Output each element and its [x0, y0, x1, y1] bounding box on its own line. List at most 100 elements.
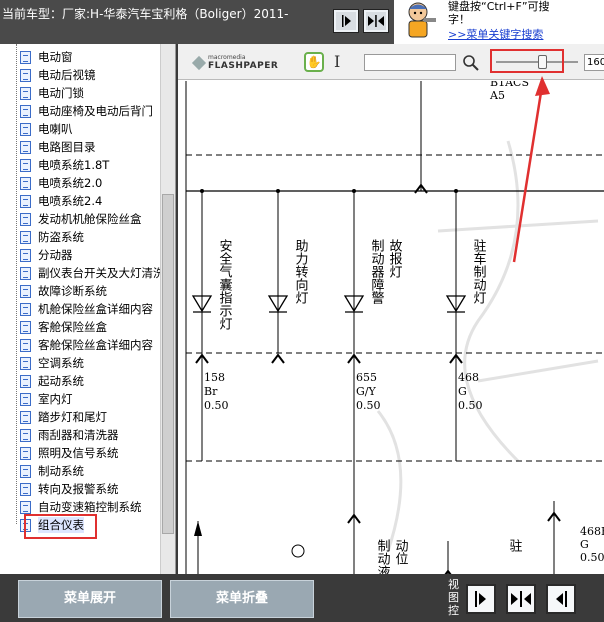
sidebar-tree-item[interactable]: 机舱保险丝盒详细内容	[20, 300, 153, 318]
tree-item-label: 雨刮器和清洗器	[38, 428, 119, 442]
sidebar-tree-item[interactable]: 踏步灯和尾灯	[20, 408, 107, 426]
document-icon	[20, 302, 31, 316]
junction-dot	[200, 189, 204, 193]
lamp-label: 制动器障警	[369, 239, 385, 304]
sidebar-tree-item[interactable]: 转向及报警系统	[20, 480, 119, 498]
tree-item-label: 起动系统	[38, 374, 84, 388]
split-arrows-icon	[368, 15, 384, 27]
keyword-search-link[interactable]: >>菜单关键字搜索	[448, 28, 604, 41]
document-icon	[20, 410, 31, 424]
split-view-button[interactable]	[363, 9, 389, 33]
sidebar-tree-item[interactable]: 副仪表台开关及大灯清洗	[20, 264, 165, 282]
sidebar-tree-item[interactable]: 起动系统	[20, 372, 84, 390]
header-bar: 当前车型：厂家:H-华泰汽车宝利格（Boliger）2011- 键盘按“Ctrl…	[0, 0, 604, 44]
document-icon	[20, 248, 31, 262]
sidebar-tree-item[interactable]: 室内灯	[20, 390, 73, 408]
watermark	[376, 140, 599, 552]
wire-spec: 158	[204, 371, 225, 384]
document-icon	[20, 338, 31, 352]
wiring-diagram: B1ACS A5 安全气囊指示灯158Br0.50助力转向灯 制动器障警655G/…	[185, 81, 604, 574]
tree-item-label: 防盗系统	[38, 230, 84, 244]
menu-expand-button[interactable]: 菜单展开	[18, 580, 162, 618]
junction-dot	[352, 189, 356, 193]
document-icon	[20, 356, 31, 370]
tree-item-label: 客舱保险丝盒	[38, 320, 107, 334]
viewer-toolbar: macromedia FLASHPAPER ✋ I 160	[178, 44, 604, 80]
lamp-connector	[271, 353, 285, 364]
top-label-2: A5	[489, 89, 505, 102]
sidebar-tree-item[interactable]: 电动窗	[20, 48, 73, 66]
tree-item-label: 分动器	[38, 248, 73, 262]
tree-item-label: 电动窗	[38, 50, 73, 64]
document-icon	[20, 464, 31, 478]
search-icon[interactable]	[462, 54, 480, 72]
document-icon	[20, 158, 31, 172]
sidebar-tree-item[interactable]: 防盗系统	[20, 228, 84, 246]
lamp-label: 故报灯	[387, 239, 403, 279]
lower-switch-label: 动位	[393, 539, 409, 565]
sidebar-tree-item[interactable]: 发动机机舱保险丝盒	[20, 210, 142, 228]
sidebar-tree-item[interactable]: 电动门锁	[20, 84, 84, 102]
document-viewer: macromedia FLASHPAPER ✋ I 160 B1ACS A5	[178, 44, 604, 574]
arrow-right-icon	[475, 591, 486, 607]
sidebar-tree-item[interactable]: 电喷系统2.4	[20, 192, 102, 210]
document-icon	[20, 86, 31, 100]
hand-tool-button[interactable]: ✋	[304, 52, 324, 72]
sidebar-tree-item[interactable]: 故障诊断系统	[20, 282, 107, 300]
lamp-label: 安全气囊指示灯	[217, 239, 233, 331]
split-arrows-icon	[511, 591, 531, 607]
tree-item-label: 电喇叭	[38, 122, 73, 136]
document-icon	[20, 266, 31, 280]
sidebar-tree-item[interactable]: 客舱保险丝盒详细内容	[20, 336, 153, 354]
sidebar-tree-item[interactable]: 照明及信号系统	[20, 444, 119, 462]
document-icon	[20, 320, 31, 334]
sidebar-tree-item[interactable]: 电动座椅及电动后背门	[20, 102, 153, 120]
logo-big-text: FLASHPAPER	[208, 61, 279, 71]
tree-item-label: 电喷系统2.0	[38, 176, 103, 190]
collapse-left-button[interactable]	[333, 9, 359, 33]
tree-item-label: 故障诊断系统	[38, 284, 107, 298]
footer-bar: 菜单展开 菜单折叠 视图控	[0, 574, 604, 622]
scrollbar-thumb[interactable]	[162, 194, 174, 534]
zoom-value-field[interactable]: 160	[584, 54, 604, 71]
sidebar-tree-item[interactable]: 客舱保险丝盒	[20, 318, 107, 336]
sidebar-tree-item[interactable]: 制动系统	[20, 462, 84, 480]
tip-line-2: 字！	[448, 13, 470, 26]
current-vehicle-label: 当前车型：厂家:H-华泰汽车宝利格（Boliger）2011-	[2, 7, 289, 21]
view-control-label: 视图控	[448, 578, 459, 617]
sidebar-tree-item[interactable]: 分动器	[20, 246, 73, 264]
tree-item-label: 照明及信号系统	[38, 446, 119, 460]
sidebar-tree-item[interactable]: 空调系统	[20, 354, 84, 372]
sidebar-scrollbar[interactable]	[160, 44, 175, 574]
tree-item-label: 制动系统	[38, 464, 84, 478]
view-split-button[interactable]	[506, 584, 536, 614]
document-icon	[20, 482, 31, 496]
tip-line-1: 键盘按“Ctrl+F”可搜	[448, 0, 550, 13]
search-tip-box: 键盘按“Ctrl+F”可搜 字！ >>菜单关键字搜索	[444, 0, 604, 44]
tree-item-label: 室内灯	[38, 392, 73, 406]
tree-connector-line	[16, 44, 17, 524]
sidebar-tree-item[interactable]: 电喇叭	[20, 120, 73, 138]
document-icon	[20, 428, 31, 442]
flashpaper-logo: macromedia FLASHPAPER	[191, 54, 279, 71]
view-left-button[interactable]	[466, 584, 496, 614]
lower-switch-label: 制动液控开关	[375, 539, 391, 574]
arrow-left-icon	[556, 591, 567, 607]
sidebar-tree-item[interactable]: 电路图目录	[20, 138, 96, 156]
tree-item-label: 客舱保险丝盒详细内容	[38, 338, 153, 352]
right-wire-size: 0.50	[580, 551, 604, 564]
sidebar-tree-item[interactable]: 雨刮器和清洗器	[20, 426, 119, 444]
menu-collapse-button[interactable]: 菜单折叠	[170, 580, 314, 618]
document-icon	[20, 122, 31, 136]
sidebar-tree-item[interactable]: 电动后视镜	[20, 66, 96, 84]
document-icon	[20, 446, 31, 460]
text-select-tool[interactable]: I	[334, 52, 340, 71]
sidebar-tree-item[interactable]: 电喷系统1.8T	[20, 156, 109, 174]
far-left-arrow	[194, 521, 202, 536]
hand-icon: ✋	[306, 55, 322, 69]
document-icon	[20, 176, 31, 190]
search-input[interactable]	[364, 54, 456, 71]
view-right-button[interactable]	[546, 584, 576, 614]
document-icon	[20, 374, 31, 388]
sidebar-tree-item[interactable]: 电喷系统2.0	[20, 174, 102, 192]
